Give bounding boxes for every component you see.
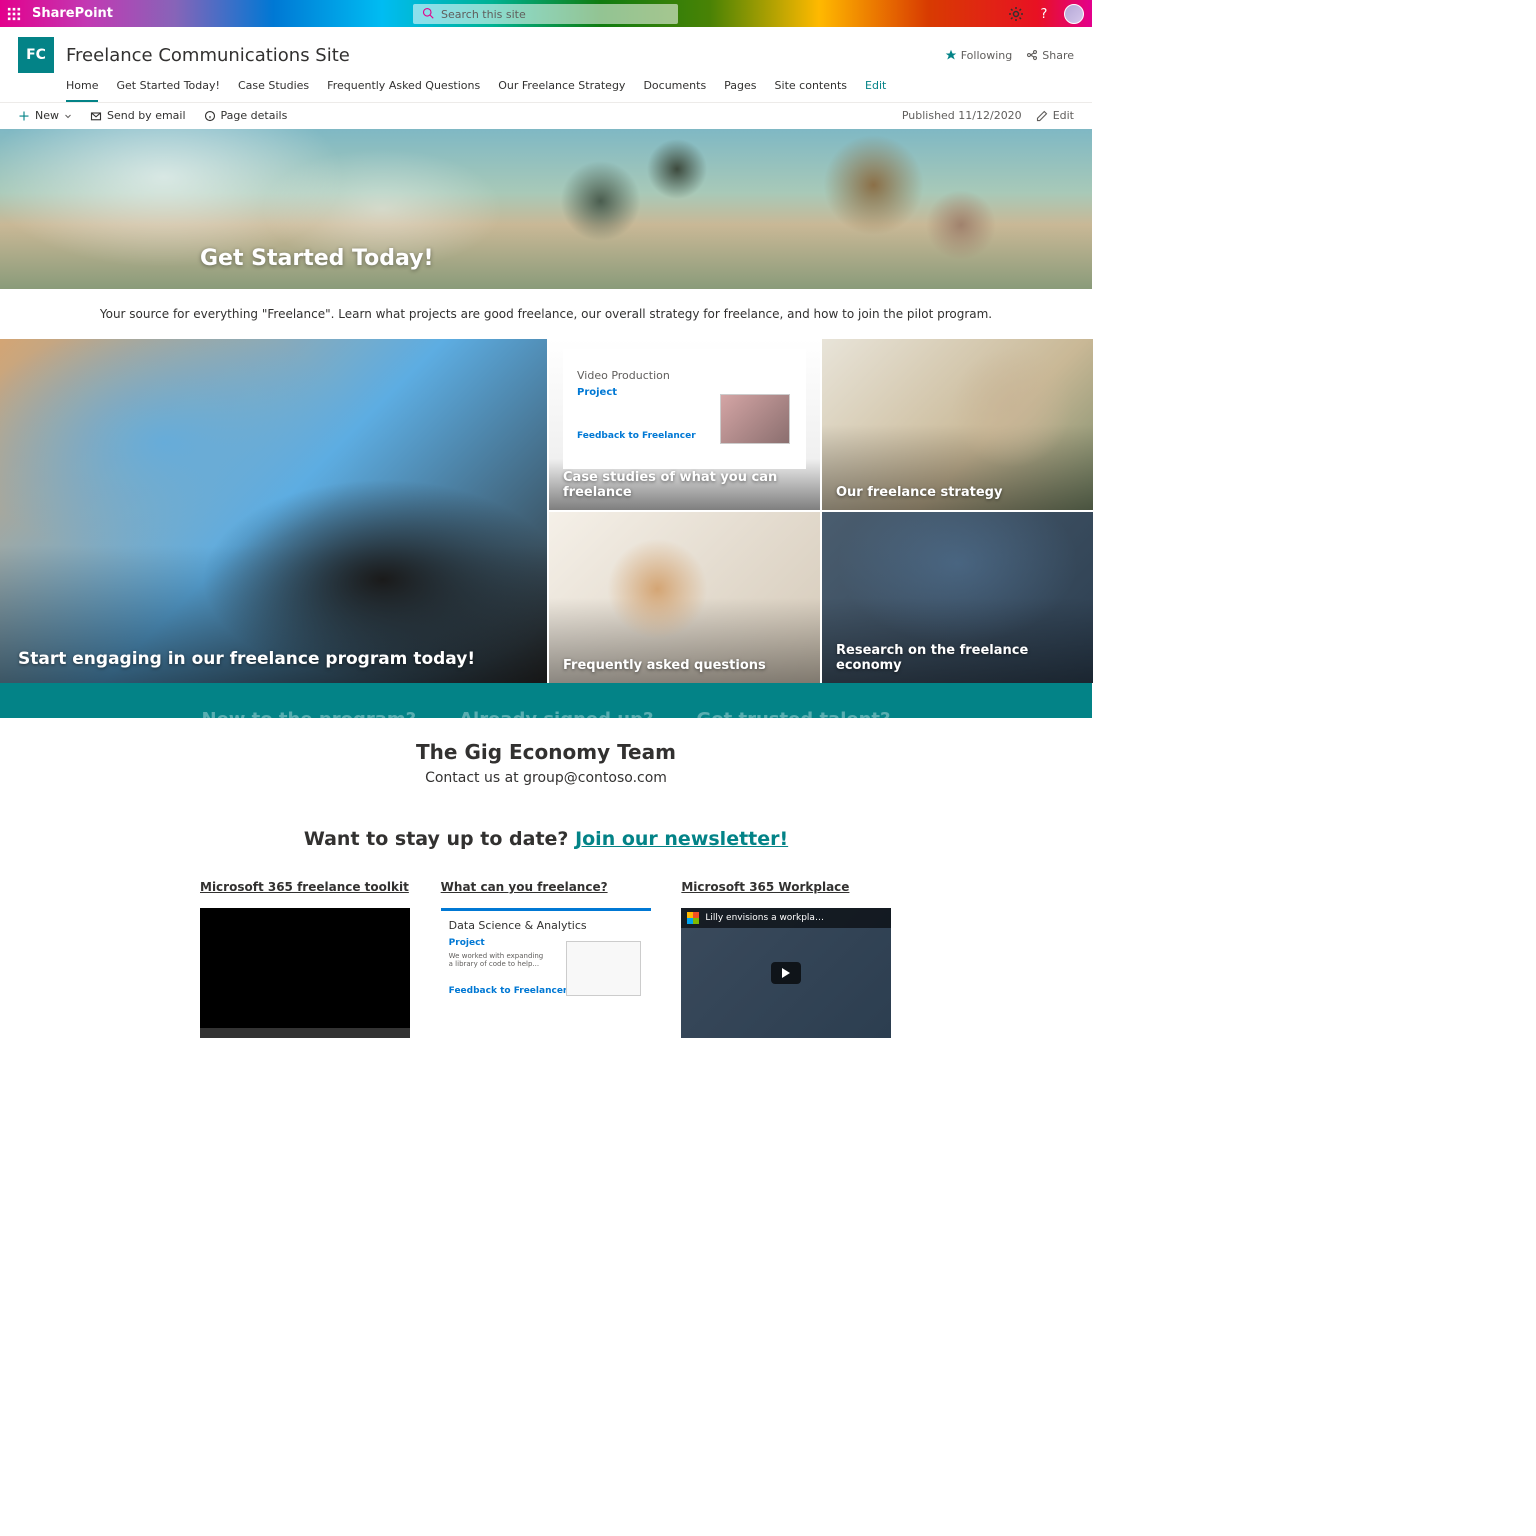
tile-caption: Case studies of what you can freelance bbox=[549, 460, 820, 510]
app-launcher-icon[interactable] bbox=[0, 0, 27, 27]
newsletter-link[interactable]: Join our newsletter! bbox=[575, 828, 788, 850]
band-item: New to the program? bbox=[202, 709, 417, 718]
newsletter-cta: Want to stay up to date? Join our newsle… bbox=[0, 808, 1092, 880]
following-button[interactable]: Following bbox=[945, 49, 1013, 62]
cards-row: Microsoft 365 freelance toolkit What can… bbox=[0, 880, 1092, 1078]
send-email-button[interactable]: Send by email bbox=[90, 109, 186, 122]
published-date: Published 11/12/2020 bbox=[902, 109, 1022, 122]
new-button[interactable]: New bbox=[18, 109, 72, 122]
intro-text: Your source for everything "Freelance". … bbox=[0, 289, 1092, 339]
card-title-link[interactable]: What can you freelance? bbox=[441, 880, 652, 894]
site-logo[interactable]: FC bbox=[18, 37, 54, 73]
teal-band: New to the program? Already signed up? G… bbox=[0, 683, 1092, 718]
svg-text:?: ? bbox=[1041, 7, 1048, 22]
video-placeholder[interactable] bbox=[200, 908, 410, 1038]
team-title: The Gig Economy Team bbox=[0, 740, 1092, 764]
edit-button[interactable]: Edit bbox=[1036, 109, 1074, 122]
nav-faq[interactable]: Frequently Asked Questions bbox=[327, 79, 480, 102]
hero-banner: Get Started Today! bbox=[0, 129, 1092, 289]
nav-documents[interactable]: Documents bbox=[643, 79, 706, 102]
tile-faq[interactable]: Frequently asked questions bbox=[549, 512, 820, 683]
nav-strategy[interactable]: Our Freelance Strategy bbox=[498, 79, 625, 102]
card-title-link[interactable]: Microsoft 365 Workplace bbox=[681, 880, 892, 894]
search-input[interactable] bbox=[413, 4, 678, 24]
card-toolkit: Microsoft 365 freelance toolkit bbox=[200, 880, 411, 1038]
nav-pages[interactable]: Pages bbox=[724, 79, 756, 102]
hero-title: Get Started Today! bbox=[200, 246, 434, 271]
nav-edit[interactable]: Edit bbox=[865, 79, 886, 102]
card-freelance-what: What can you freelance? Data Science & A… bbox=[441, 880, 652, 1038]
user-avatar[interactable] bbox=[1064, 4, 1084, 24]
suite-bar: SharePoint ? bbox=[0, 0, 1092, 27]
card-workplace: Microsoft 365 Workplace Lilly envisions … bbox=[681, 880, 892, 1038]
card-title-link[interactable]: Microsoft 365 freelance toolkit bbox=[200, 880, 411, 894]
search-icon bbox=[422, 7, 434, 19]
site-title[interactable]: Freelance Communications Site bbox=[66, 45, 350, 66]
tile-caption: Our freelance strategy bbox=[822, 475, 1093, 510]
play-icon[interactable] bbox=[771, 962, 801, 984]
video-embed[interactable]: Lilly envisions a workpla… bbox=[681, 908, 891, 1038]
help-icon[interactable]: ? bbox=[1036, 6, 1052, 22]
nav-case-studies[interactable]: Case Studies bbox=[238, 79, 309, 102]
nav-site-contents[interactable]: Site contents bbox=[775, 79, 847, 102]
tile-strategy[interactable]: Our freelance strategy bbox=[822, 339, 1093, 510]
settings-icon[interactable] bbox=[1008, 6, 1024, 22]
nav-home[interactable]: Home bbox=[66, 79, 98, 102]
band-item: Got trusted talent? bbox=[696, 709, 890, 718]
tile-research[interactable]: Research on the freelance economy bbox=[822, 512, 1093, 683]
page-details-button[interactable]: Page details bbox=[204, 109, 288, 122]
site-nav: Home Get Started Today! Case Studies Fre… bbox=[0, 73, 1092, 103]
nav-get-started[interactable]: Get Started Today! bbox=[116, 79, 219, 102]
team-section: The Gig Economy Team Contact us at group… bbox=[0, 718, 1092, 808]
tile-grid: Start engaging in our freelance program … bbox=[0, 339, 1092, 683]
document-preview[interactable]: Data Science & Analytics Project We work… bbox=[441, 908, 651, 1038]
team-contact: Contact us at group@contoso.com bbox=[0, 770, 1092, 786]
command-bar: New Send by email Page details Published… bbox=[0, 103, 1092, 129]
tile-caption: Frequently asked questions bbox=[549, 648, 820, 683]
tile-caption: Research on the freelance economy bbox=[822, 633, 1093, 683]
site-header: FC Freelance Communications Site Followi… bbox=[0, 27, 1092, 73]
search-container bbox=[413, 3, 678, 25]
band-item: Already signed up? bbox=[459, 709, 653, 718]
tile-caption: Start engaging in our freelance program … bbox=[0, 635, 547, 683]
tile-case-studies[interactable]: Video Production Project Feedback to Fre… bbox=[549, 339, 820, 510]
suite-app-name[interactable]: SharePoint bbox=[32, 6, 113, 21]
share-button[interactable]: Share bbox=[1026, 49, 1074, 62]
chevron-down-icon bbox=[64, 112, 72, 120]
ms-logo-icon bbox=[687, 912, 699, 924]
tile-engage[interactable]: Start engaging in our freelance program … bbox=[0, 339, 547, 683]
